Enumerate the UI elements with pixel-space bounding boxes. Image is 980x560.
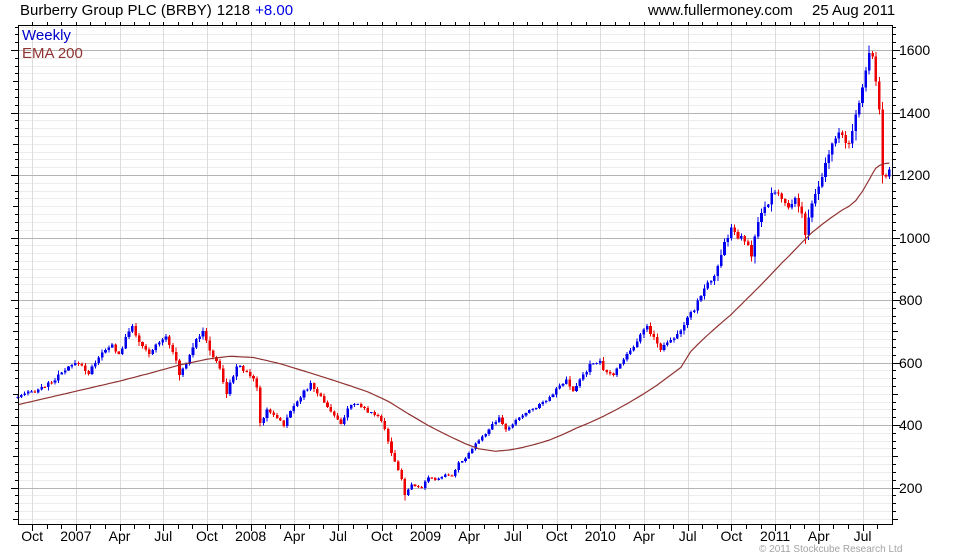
x-axis-label: Apr (283, 528, 306, 544)
x-axis-label: Jul (853, 528, 872, 544)
y-axis-label: 800 (899, 292, 923, 308)
x-axis-label: Apr (633, 528, 655, 544)
grid-vertical (32, 25, 864, 525)
legend-ema-200: EMA 200 (22, 45, 83, 62)
copyright-notice: © 2011 Stockcube Research Ltd (759, 544, 903, 555)
legend-weekly: Weekly (22, 27, 71, 44)
x-axis-label: 2010 (584, 528, 616, 544)
x-axis-label: 2009 (409, 528, 442, 544)
x-axis-label: Jul (503, 528, 522, 544)
axis-ticks (11, 22, 900, 531)
x-axis-label: Apr (807, 528, 830, 544)
y-axis-label: 1600 (899, 42, 931, 58)
chart-page: Burberry Group PLC (BRBY) 1218 +8.00 www.f… (0, 0, 980, 560)
x-axis-label: Apr (108, 528, 131, 544)
instrument-price: 1218 (216, 2, 251, 19)
x-axis-label: Apr (458, 528, 481, 544)
chart-date: 25 Aug 2011 (812, 2, 896, 19)
x-axis-label: Jul (154, 528, 173, 544)
x-axis-label: Oct (370, 528, 393, 544)
instrument-change: +8.00 (255, 2, 294, 19)
x-axis-label: Jul (329, 528, 348, 544)
plot-frame (18, 25, 893, 525)
website-text: www.fullermoney.com (648, 2, 793, 19)
page-title: Burberry Group PLC (BRBY) 1218 +8.00 (20, 2, 293, 19)
y-axis-label: 1200 (899, 167, 931, 183)
candlestick-chart (11, 22, 900, 531)
x-axis-label: 2011 (760, 528, 791, 544)
x-axis-label: Jul (678, 528, 697, 544)
y-axis-label: 200 (899, 479, 923, 496)
y-axis-label: 1400 (899, 104, 931, 121)
x-axis-label: Oct (21, 528, 44, 544)
x-axis-label: 2007 (60, 528, 92, 544)
instrument-name: Burberry Group PLC (BRBY) (20, 2, 212, 19)
x-axis-label: 2008 (235, 528, 267, 544)
grid-minor (18, 27, 893, 520)
x-axis-label: Oct (196, 528, 218, 544)
x-axis-label: Oct (720, 528, 743, 544)
x-axis-label: Oct (545, 528, 568, 544)
y-axis-label: 400 (899, 417, 923, 433)
y-axis-label: 1000 (899, 229, 931, 246)
y-axis-label: 600 (899, 354, 923, 371)
